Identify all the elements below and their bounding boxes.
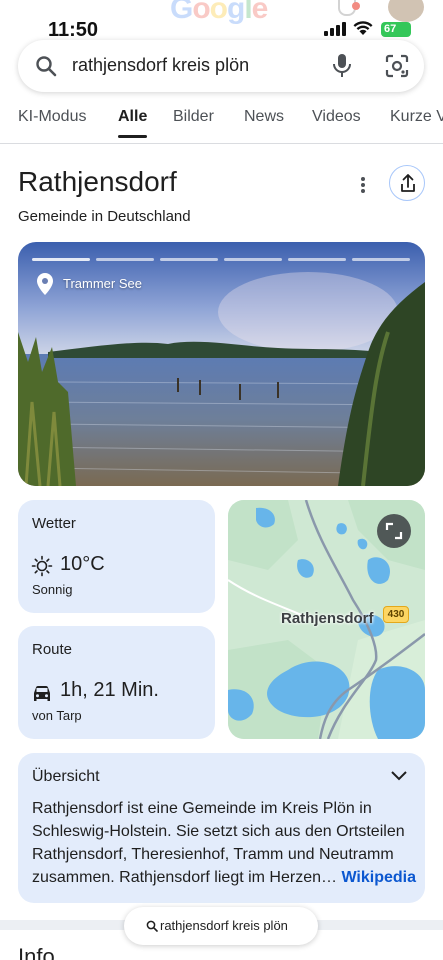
notification-dot: [352, 2, 360, 10]
lake-photo[interactable]: Trammer See: [18, 242, 425, 486]
search-icon: [36, 56, 57, 77]
expand-icon: [385, 522, 403, 540]
search-icon: [146, 920, 158, 932]
wikipedia-link[interactable]: Wikipedia: [341, 869, 416, 886]
route-duration: 1h, 21 Min.: [60, 679, 159, 701]
google-logo: Google: [170, 0, 269, 26]
route-title: Route: [32, 641, 73, 658]
route-card[interactable]: Route 1h, 21 Min. von Tarp: [18, 626, 215, 739]
status-bar: Google 11:50 67: [0, 0, 443, 44]
search-input[interactable]: rathjensdorf kreis plön: [72, 55, 249, 76]
chevron-down-icon[interactable]: [390, 769, 408, 783]
overview-text: Rathjensdorf ist eine Gemeinde im Kreis …: [32, 797, 418, 889]
photo-progress-bars: [32, 258, 411, 261]
logo-letter: G: [170, 0, 193, 25]
weather-title: Wetter: [32, 515, 76, 532]
avatar[interactable]: [388, 0, 424, 22]
more-options-icon[interactable]: [355, 174, 371, 196]
photo-location-label: Trammer See: [63, 276, 142, 291]
share-icon: [401, 174, 415, 192]
entity-subtitle: Gemeinde in Deutschland: [18, 208, 191, 225]
battery-indicator: 67: [381, 22, 411, 37]
tab-videos[interactable]: Videos: [312, 108, 361, 126]
tab-news[interactable]: News: [244, 108, 284, 126]
search-bar[interactable]: rathjensdorf kreis plön: [18, 40, 424, 92]
share-button[interactable]: [389, 165, 425, 201]
weather-card[interactable]: Wetter 10°C Sonnig: [18, 500, 215, 613]
tab-kurze-videos[interactable]: Kurze V: [390, 108, 443, 126]
cellular-signal-icon: [324, 22, 346, 36]
route-origin: von Tarp: [32, 708, 82, 723]
map-thumbnail[interactable]: Rathjensdorf 430: [228, 500, 425, 739]
info-heading: Info: [18, 944, 55, 960]
google-lens-icon[interactable]: [384, 53, 410, 79]
location-pin-icon: [37, 273, 53, 295]
page-title: Rathjensdorf: [18, 166, 177, 197]
expand-map-button[interactable]: [377, 514, 411, 548]
microphone-icon[interactable]: [331, 53, 353, 79]
map-place-label: Rathjensdorf: [281, 610, 374, 627]
search-tabs: KI-Modus Alle Bilder News Videos Kurze V: [0, 100, 443, 144]
floating-search-query: rathjensdorf kreis plön: [160, 918, 288, 933]
tab-ki-modus[interactable]: KI-Modus: [18, 108, 86, 126]
sun-icon: [31, 555, 53, 577]
logo-letter: o: [192, 0, 210, 25]
logo-letter: e: [251, 0, 269, 25]
logo-letter: o: [209, 0, 228, 25]
overview-card[interactable]: Übersicht Rathjensdorf ist eine Gemeinde…: [18, 753, 425, 903]
logo-letter: g: [227, 0, 245, 25]
road-number-badge: 430: [383, 606, 409, 623]
tab-bilder[interactable]: Bilder: [173, 108, 214, 126]
clock: 11:50: [48, 19, 99, 41]
wifi-icon: [353, 21, 373, 35]
logo-letter: l: [244, 0, 252, 25]
floating-search-chip[interactable]: rathjensdorf kreis plön: [124, 907, 318, 945]
battery-level: 67: [384, 23, 397, 35]
car-icon: [34, 686, 50, 701]
overview-title: Übersicht: [32, 768, 100, 785]
tab-alle[interactable]: Alle: [118, 108, 148, 138]
weather-temperature: 10°C: [60, 553, 105, 575]
overview-ellipsis: …: [321, 869, 338, 886]
weather-condition: Sonnig: [32, 582, 73, 597]
